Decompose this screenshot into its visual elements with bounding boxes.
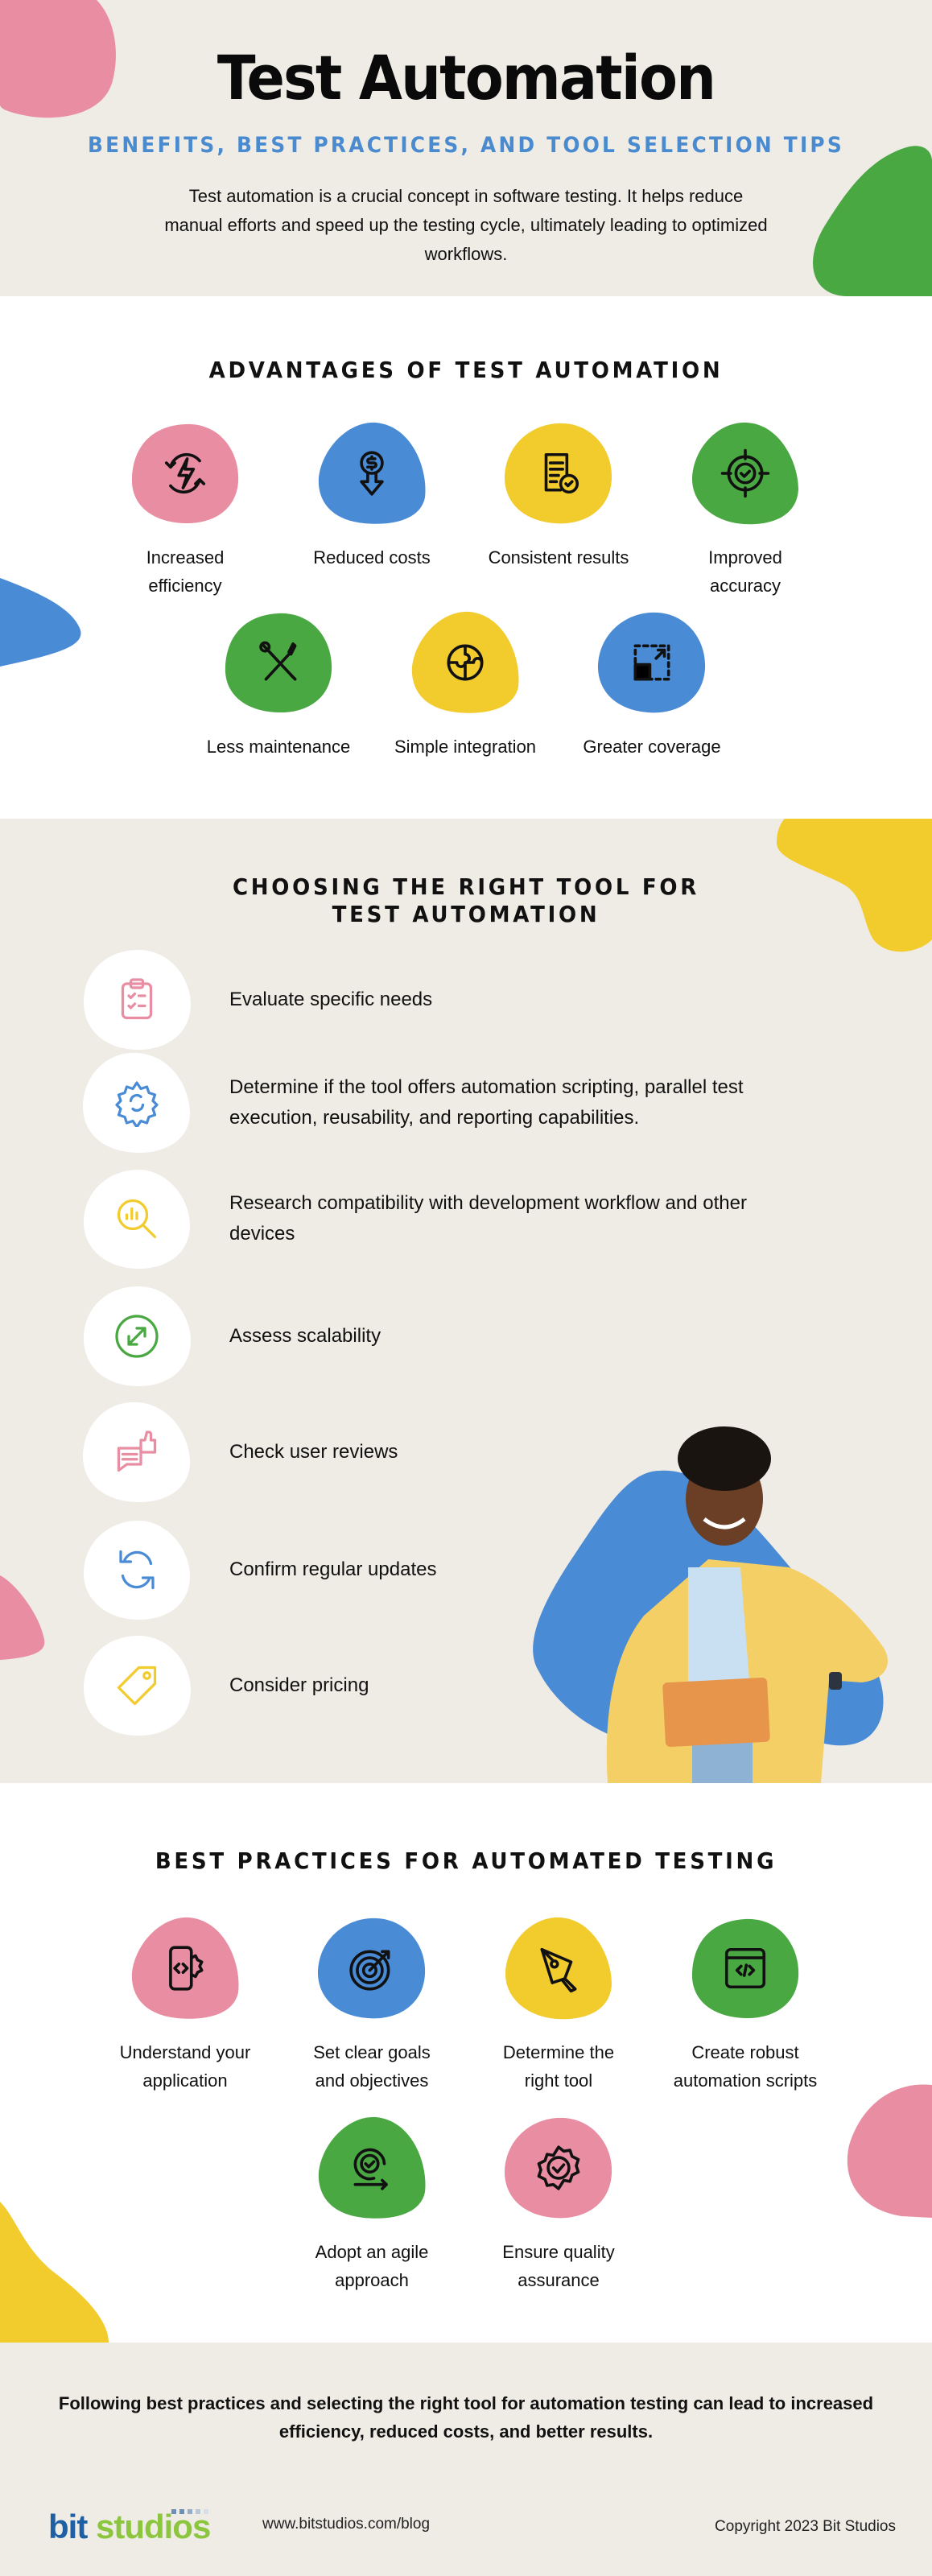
practice-item: Determine the right tool — [470, 1916, 647, 2095]
page-title: Test Automation — [217, 42, 716, 114]
pen-nib-icon — [540, 1947, 577, 1993]
target-arrow-icon — [349, 1950, 390, 1991]
practice-label: Create robust automation scripts — [673, 2042, 818, 2091]
tool-icon-badge — [80, 1166, 193, 1271]
practice-label: Determine the right tool — [502, 2042, 615, 2091]
advantage-label: Improved accuracy — [708, 547, 782, 596]
intro-paragraph: Test automation is a crucial concept in … — [164, 186, 768, 264]
advantage-blob — [315, 421, 428, 526]
decorative-blob-pink-left — [0, 1575, 45, 1660]
footer-section: Following best practices and selecting t… — [0, 2343, 932, 2576]
gear-sync-icon — [115, 1081, 159, 1127]
agile-cycle-check-icon — [353, 2148, 388, 2190]
advantage-blob — [502, 421, 615, 526]
advantage-item: Simple integration — [377, 610, 554, 761]
practice-blob — [315, 2116, 428, 2220]
advantage-item: Reduced costs — [283, 421, 460, 572]
tool-list-item: Evaluate specific needs — [80, 947, 805, 1052]
efficiency-cycle-bolt-icon — [164, 452, 206, 494]
practice-blob — [129, 1916, 241, 2021]
advantage-item: Less maintenance — [190, 610, 367, 761]
tool-list-item: Research compatibility with development … — [80, 1166, 805, 1271]
advantage-label: Less maintenance — [206, 737, 351, 757]
best-practices-heading: BEST PRACTICES FOR AUTOMATED TESTING — [155, 1847, 777, 1874]
tool-icon-badge — [80, 1284, 193, 1389]
logo-dots-icon — [171, 2509, 209, 2514]
advantage-blob — [129, 421, 241, 526]
review-thumbs-up-icon — [117, 1430, 157, 1472]
decorative-blob-blue — [0, 578, 81, 667]
advantage-label: Greater coverage — [583, 737, 721, 757]
advantage-item: Greater coverage — [563, 610, 740, 761]
expand-square-icon — [633, 644, 670, 681]
tool-icon-badge — [80, 1051, 193, 1155]
practice-blob — [502, 2116, 615, 2220]
practice-label: Ensure quality assurance — [502, 2242, 615, 2290]
tool-tip-text: Evaluate specific needs — [229, 989, 433, 1010]
advantage-item: Consistent results — [470, 421, 647, 572]
advantage-blob — [409, 610, 522, 715]
document-check-icon — [544, 452, 579, 494]
price-tag-icon — [117, 1666, 157, 1706]
wrench-screwdriver-icon — [259, 641, 297, 681]
advantage-item: Increased efficiency — [97, 421, 274, 600]
practice-label: Set clear goals and objectives — [313, 2042, 431, 2091]
advantage-blob — [222, 610, 335, 715]
advantages-heading: ADVANTAGES OF TEST AUTOMATION — [208, 357, 724, 383]
blog-link[interactable]: www.bitstudios.com/blog — [262, 2516, 430, 2533]
refresh-icon — [119, 1550, 155, 1590]
search-analytics-icon — [117, 1199, 157, 1239]
practice-item: Understand your application — [97, 1916, 274, 2095]
practice-label: Understand your application — [119, 2042, 251, 2091]
resize-diagonal-icon — [115, 1315, 159, 1358]
practice-item: Adopt an agile approach — [283, 2116, 460, 2294]
tool-list-item: Determine if the tool offers automation … — [80, 1051, 805, 1155]
dollar-down-arrow-icon — [360, 451, 384, 496]
puzzle-globe-icon — [447, 644, 484, 681]
decorative-blob-yellow — [777, 819, 932, 952]
tool-icon-badge — [80, 1633, 193, 1738]
advantage-label: Consistent results — [488, 547, 629, 568]
practice-label: Adopt an agile approach — [315, 2242, 429, 2290]
woman-with-tablet-photo — [533, 1426, 888, 1783]
copyright-text: Copyright 2023 Bit Studios — [715, 2518, 896, 2535]
clipboard-checklist-icon — [121, 978, 153, 1020]
tool-tip-text: Assess scalability — [229, 1325, 381, 1347]
advantage-blob — [689, 421, 802, 526]
advantages-section: ADVANTAGES OF TEST AUTOMATION Increased … — [0, 296, 932, 819]
browser-code-icon — [724, 1947, 766, 1989]
practice-item: Ensure quality assurance — [470, 2116, 647, 2294]
closing-statement: Following best practices and selecting t… — [58, 2393, 874, 2442]
practice-blob — [315, 1916, 428, 2021]
decorative-blob-yellow-left — [0, 2202, 109, 2343]
tool-icon-badge — [80, 947, 193, 1052]
advantage-item: Improved accuracy — [657, 421, 834, 600]
best-practices-section: BEST PRACTICES FOR AUTOMATED TESTING Und… — [0, 1783, 932, 2343]
tool-tip-text: Determine if the tool offers automation … — [229, 1076, 744, 1129]
tool-icon-badge — [80, 1400, 193, 1505]
quality-badge-icon — [537, 2145, 580, 2190]
tools-heading: CHOOSING THE RIGHT TOOL FOR TEST AUTOMAT… — [232, 873, 700, 927]
advantage-label: Simple integration — [394, 737, 537, 757]
tool-tip-text: Research compatibility with development … — [229, 1192, 747, 1245]
logo-bit-text: bit — [48, 2508, 88, 2545]
advantage-label: Increased efficiency — [146, 547, 225, 596]
decorative-blob-pink-right — [847, 2084, 932, 2218]
hero-section: Test Automation BENEFITS, BEST PRACTICES… — [0, 0, 932, 296]
target-check-icon — [720, 448, 770, 498]
advantage-blob — [596, 610, 708, 715]
decorative-blob-green — [813, 146, 932, 296]
tool-icon-badge — [80, 1517, 193, 1622]
practice-blob — [502, 1916, 615, 2021]
page-subtitle: BENEFITS, BEST PRACTICES, AND TOOL SELEC… — [88, 133, 844, 158]
advantage-label: Reduced costs — [313, 547, 431, 568]
mobile-code-gear-icon — [169, 1946, 204, 1991]
tool-list-item: Assess scalability — [80, 1284, 805, 1389]
practice-item: Create robust automation scripts — [657, 1916, 834, 2095]
practice-item: Set clear goals and objectives — [283, 1916, 460, 2095]
tool-selection-section: CHOOSING THE RIGHT TOOL FOR TEST AUTOMAT… — [0, 819, 932, 1783]
practice-blob — [689, 1916, 802, 2021]
bit-studios-logo[interactable]: bit studios — [48, 2508, 211, 2546]
